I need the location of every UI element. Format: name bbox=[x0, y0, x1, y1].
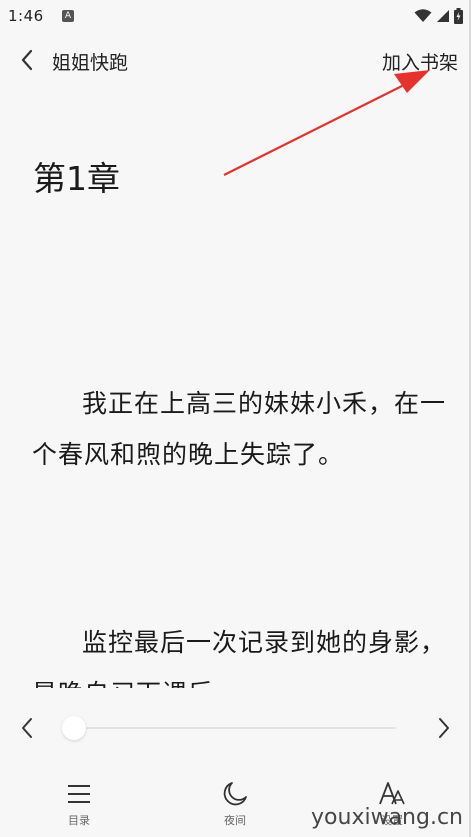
status-time: 1:46 bbox=[8, 7, 44, 25]
top-bar: 姐姐快跑 加入书架 bbox=[0, 40, 471, 80]
chapter-progress-row bbox=[0, 708, 471, 748]
night-mode-button[interactable]: 夜间 bbox=[200, 770, 270, 834]
chapter-paragraph: 监控最后一次记录到她的身影，是晚自习下课后。 bbox=[32, 628, 447, 688]
chevron-left-icon bbox=[22, 718, 32, 738]
previous-chapter-button[interactable] bbox=[14, 714, 40, 742]
font-size-icon bbox=[379, 782, 405, 805]
next-chapter-button[interactable] bbox=[431, 714, 457, 742]
chevron-right-icon bbox=[439, 718, 449, 738]
reader-screen: 1:46 A 姐姐快跑 加入书架 第1章 我正在上高三的妹妹小禾，在一个春风和煦… bbox=[0, 0, 471, 837]
status-icons bbox=[414, 6, 463, 26]
progress-slider-thumb[interactable] bbox=[62, 716, 86, 740]
battery-icon bbox=[454, 8, 463, 24]
chevron-left-icon bbox=[21, 49, 33, 71]
table-of-contents-button[interactable]: 目录 bbox=[44, 770, 114, 834]
chapter-paragraph: 我正在上高三的妹妹小禾，在一个春风和煦的晚上失踪了。 bbox=[32, 389, 447, 469]
menu-list-icon bbox=[68, 785, 90, 803]
progress-slider-track[interactable] bbox=[66, 727, 396, 729]
font-settings-button[interactable]: 设置 bbox=[357, 770, 427, 834]
bottom-nav: 目录 夜间 设置 bbox=[0, 770, 471, 837]
night-label: 夜间 bbox=[224, 814, 246, 827]
book-title: 姐姐快跑 bbox=[52, 52, 129, 74]
moon-icon bbox=[223, 782, 247, 806]
chapter-content: 我正在上高三的妹妹小禾，在一个春风和煦的晚上失踪了。 监控最后一次记录到她的身影… bbox=[32, 378, 452, 688]
signal-icon bbox=[437, 10, 449, 22]
wifi-icon bbox=[414, 9, 432, 22]
chapter-title: 第1章 bbox=[33, 159, 120, 198]
add-to-bookshelf-button[interactable]: 加入书架 bbox=[382, 48, 458, 75]
toc-label: 目录 bbox=[68, 814, 90, 827]
notification-icon: A bbox=[62, 10, 74, 22]
status-bar: 1:46 A bbox=[0, 0, 471, 34]
settings-label: 设置 bbox=[381, 814, 403, 827]
back-button[interactable] bbox=[14, 46, 40, 74]
